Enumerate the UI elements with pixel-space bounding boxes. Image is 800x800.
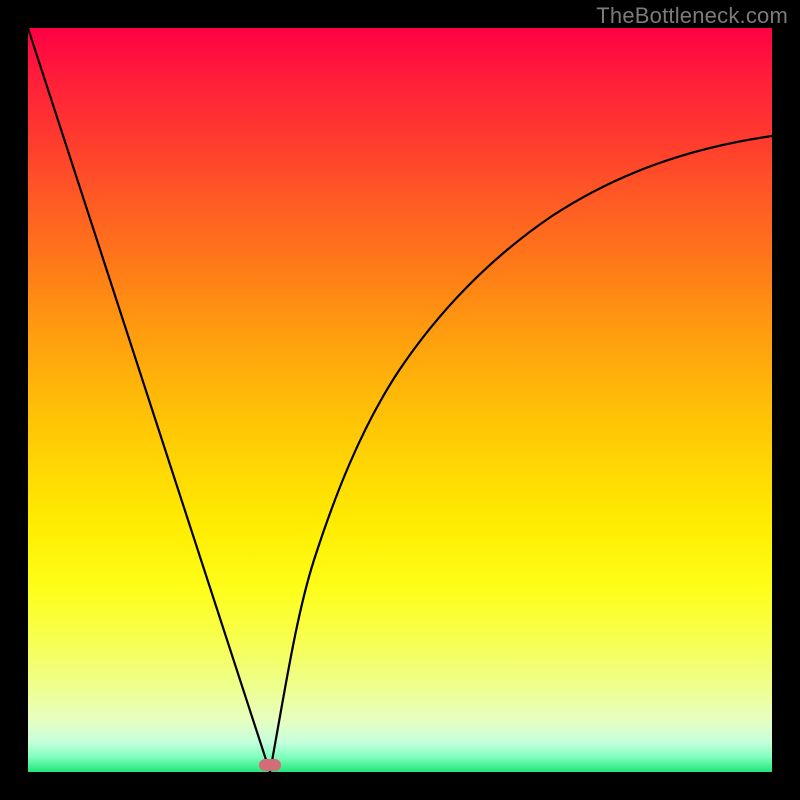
vertex-marker: [259, 759, 281, 771]
watermark-text: TheBottleneck.com: [596, 3, 788, 29]
right-branch: [270, 136, 772, 772]
left-branch: [28, 28, 270, 772]
bottleneck-curve: [28, 28, 772, 772]
chart-frame: TheBottleneck.com: [0, 0, 800, 800]
plot-area: [28, 28, 772, 772]
